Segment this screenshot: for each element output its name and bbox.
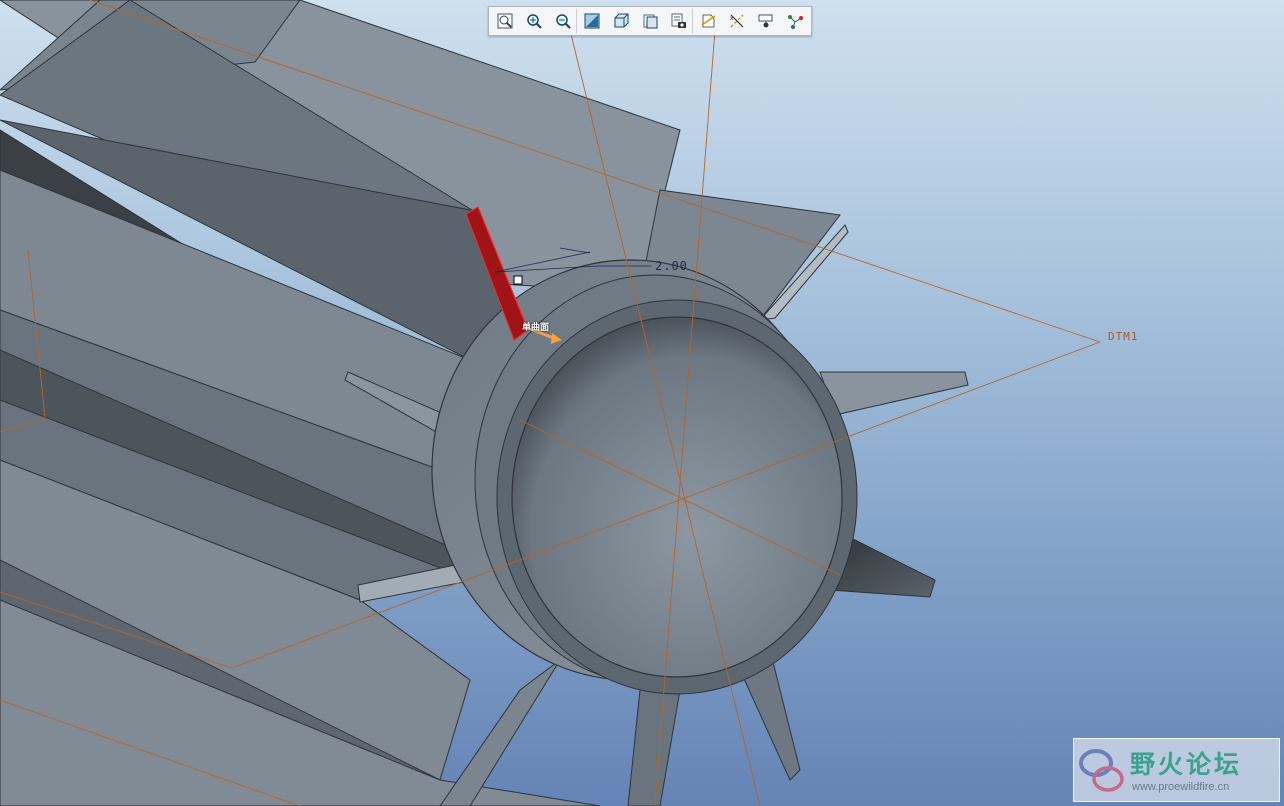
drag-handle[interactable] [513, 275, 523, 285]
zoom-out-button[interactable] [549, 8, 577, 34]
view-manager-icon [671, 13, 686, 28]
datum-plane-label[interactable]: DTM1 [1108, 330, 1139, 343]
watermark-title: 野火论坛 [1130, 750, 1243, 779]
dimension-value[interactable]: 2.00 [655, 259, 688, 273]
display-style-icon [643, 14, 658, 29]
svg-text:x: x [730, 15, 734, 22]
reorient-icon [584, 13, 600, 29]
model-canvas[interactable] [0, 0, 1284, 806]
watermark-url: www.proewildfire.cn [1132, 781, 1230, 793]
selection-label: 单曲面 [522, 323, 550, 333]
axis-display-icon: x [730, 14, 744, 28]
zoom-in-button[interactable] [520, 8, 548, 34]
saved-views-button[interactable] [607, 8, 635, 34]
graphics-viewport[interactable]: DTM1 2.00 单曲面 [0, 0, 1284, 806]
zoom-in-icon [527, 14, 542, 29]
butterfly-logo-icon [1079, 749, 1124, 792]
datum-display-button[interactable] [694, 8, 722, 34]
display-style-button[interactable] [636, 8, 664, 34]
hub [431, 259, 858, 695]
annotation-display-icon [758, 14, 773, 28]
view-manager-button[interactable] [665, 8, 693, 34]
refit-button[interactable] [491, 8, 519, 34]
axis-display-button[interactable]: x [723, 8, 751, 34]
spin-center-icon [788, 15, 803, 29]
zoom-fit-icon [497, 13, 513, 29]
zoom-out-icon [556, 14, 571, 29]
annotation-display-button[interactable] [752, 8, 780, 34]
view-toolbar: x [488, 6, 812, 36]
forum-watermark: 野火论坛 www.proewildfire.cn [1073, 738, 1280, 802]
spin-center-button[interactable] [781, 8, 809, 34]
saved-views-icon [614, 13, 629, 28]
reorient-button[interactable] [578, 8, 606, 34]
datum-display-icon [701, 14, 716, 28]
